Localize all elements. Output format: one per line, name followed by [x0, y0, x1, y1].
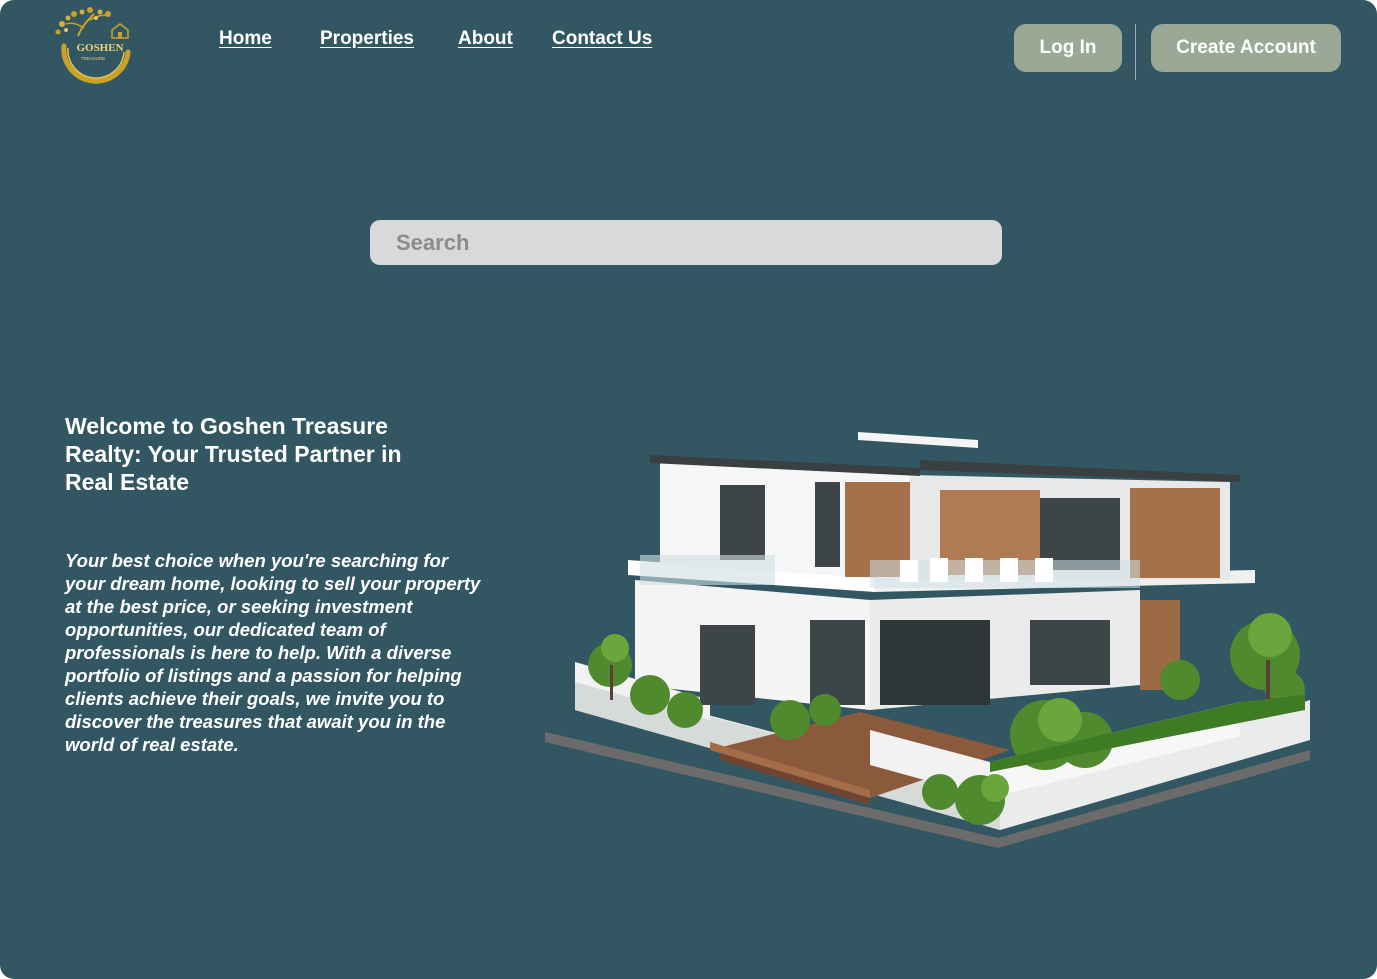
logo-text: GOSHEN — [76, 42, 123, 54]
nav-contact-link[interactable]: Contact Us — [552, 28, 652, 50]
goshen-logo-icon[interactable]: GOSHEN TREASURE — [48, 6, 140, 88]
page: GOSHEN TREASURE Home Properties About Co… — [0, 0, 1377, 979]
create-account-button[interactable]: Create Account — [1151, 24, 1341, 72]
hero-title: Welcome to Goshen Treasure Realty: Your … — [65, 413, 402, 495]
nav-properties-link[interactable]: Properties — [320, 28, 414, 50]
header-divider — [1135, 24, 1136, 80]
login-button[interactable]: Log In — [1014, 24, 1122, 72]
logo-subtext: TREASURE — [81, 56, 106, 61]
hero-description: Your best choice when you're searching f… — [65, 550, 481, 755]
house-illustration-icon — [545, 432, 1310, 848]
nav-about-link[interactable]: About — [458, 28, 513, 50]
nav-home-link[interactable]: Home — [219, 28, 272, 50]
search-input[interactable] — [370, 220, 1002, 265]
